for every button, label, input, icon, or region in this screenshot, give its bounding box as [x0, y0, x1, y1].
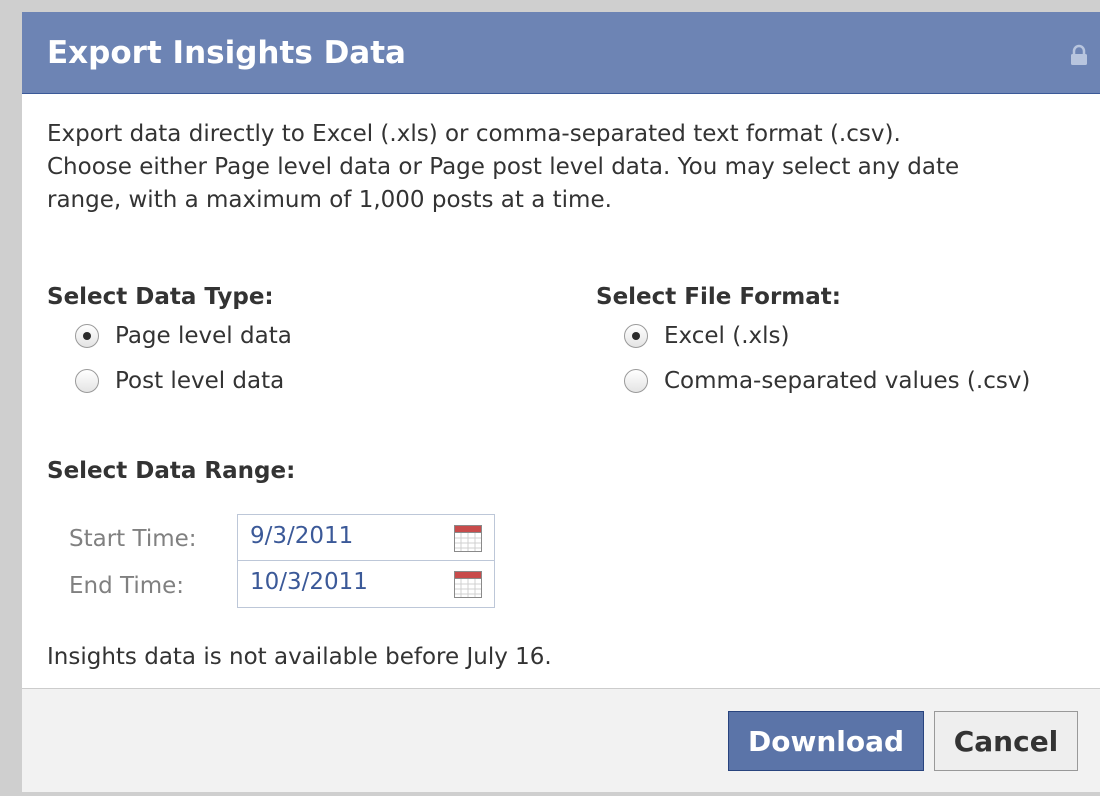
- description-line: Choose either Page level data or Page po…: [47, 154, 960, 180]
- calendar-icon[interactable]: [454, 525, 482, 552]
- radio-label: Page level data: [115, 323, 292, 349]
- end-time-field[interactable]: [237, 560, 495, 608]
- radio-label: Post level data: [115, 368, 285, 394]
- cancel-button[interactable]: Cancel: [934, 711, 1078, 771]
- dialog-titlebar: Export Insights Data: [22, 12, 1100, 94]
- dialog-footer: Download Cancel: [22, 688, 1100, 792]
- data-type-label: Select Data Type:: [47, 284, 274, 310]
- radio-button-checked[interactable]: [75, 324, 99, 348]
- end-time-input[interactable]: [250, 569, 440, 595]
- export-insights-dialog: Export Insights Data Export data directl…: [22, 12, 1100, 792]
- dialog-title: Export Insights Data: [47, 35, 406, 71]
- calendar-icon[interactable]: [454, 571, 482, 598]
- dialog-description: Export data directly to Excel (.xls) or …: [47, 118, 1092, 217]
- end-time-label: End Time:: [69, 573, 185, 599]
- start-time-input[interactable]: [250, 523, 440, 549]
- lock-icon: [1071, 44, 1087, 65]
- radio-button[interactable]: [624, 369, 648, 393]
- radio-button[interactable]: [75, 369, 99, 393]
- radio-excel-xls[interactable]: Excel (.xls): [624, 321, 789, 351]
- radio-post-level-data[interactable]: Post level data: [75, 366, 284, 396]
- radio-csv[interactable]: Comma-separated values (.csv): [624, 366, 1030, 396]
- availability-note: Insights data is not available before Ju…: [47, 644, 552, 670]
- radio-label: Comma-separated values (.csv): [664, 368, 1031, 394]
- description-line: range, with a maximum of 1,000 posts at …: [47, 187, 612, 213]
- radio-button-checked[interactable]: [624, 324, 648, 348]
- description-line: Export data directly to Excel (.xls) or …: [47, 121, 901, 147]
- download-button[interactable]: Download: [728, 711, 924, 771]
- data-range-label: Select Data Range:: [47, 458, 296, 484]
- start-time-label: Start Time:: [69, 526, 197, 552]
- radio-page-level-data[interactable]: Page level data: [75, 321, 292, 351]
- start-time-field[interactable]: [237, 514, 495, 562]
- radio-label: Excel (.xls): [664, 323, 790, 349]
- file-format-label: Select File Format:: [596, 284, 841, 310]
